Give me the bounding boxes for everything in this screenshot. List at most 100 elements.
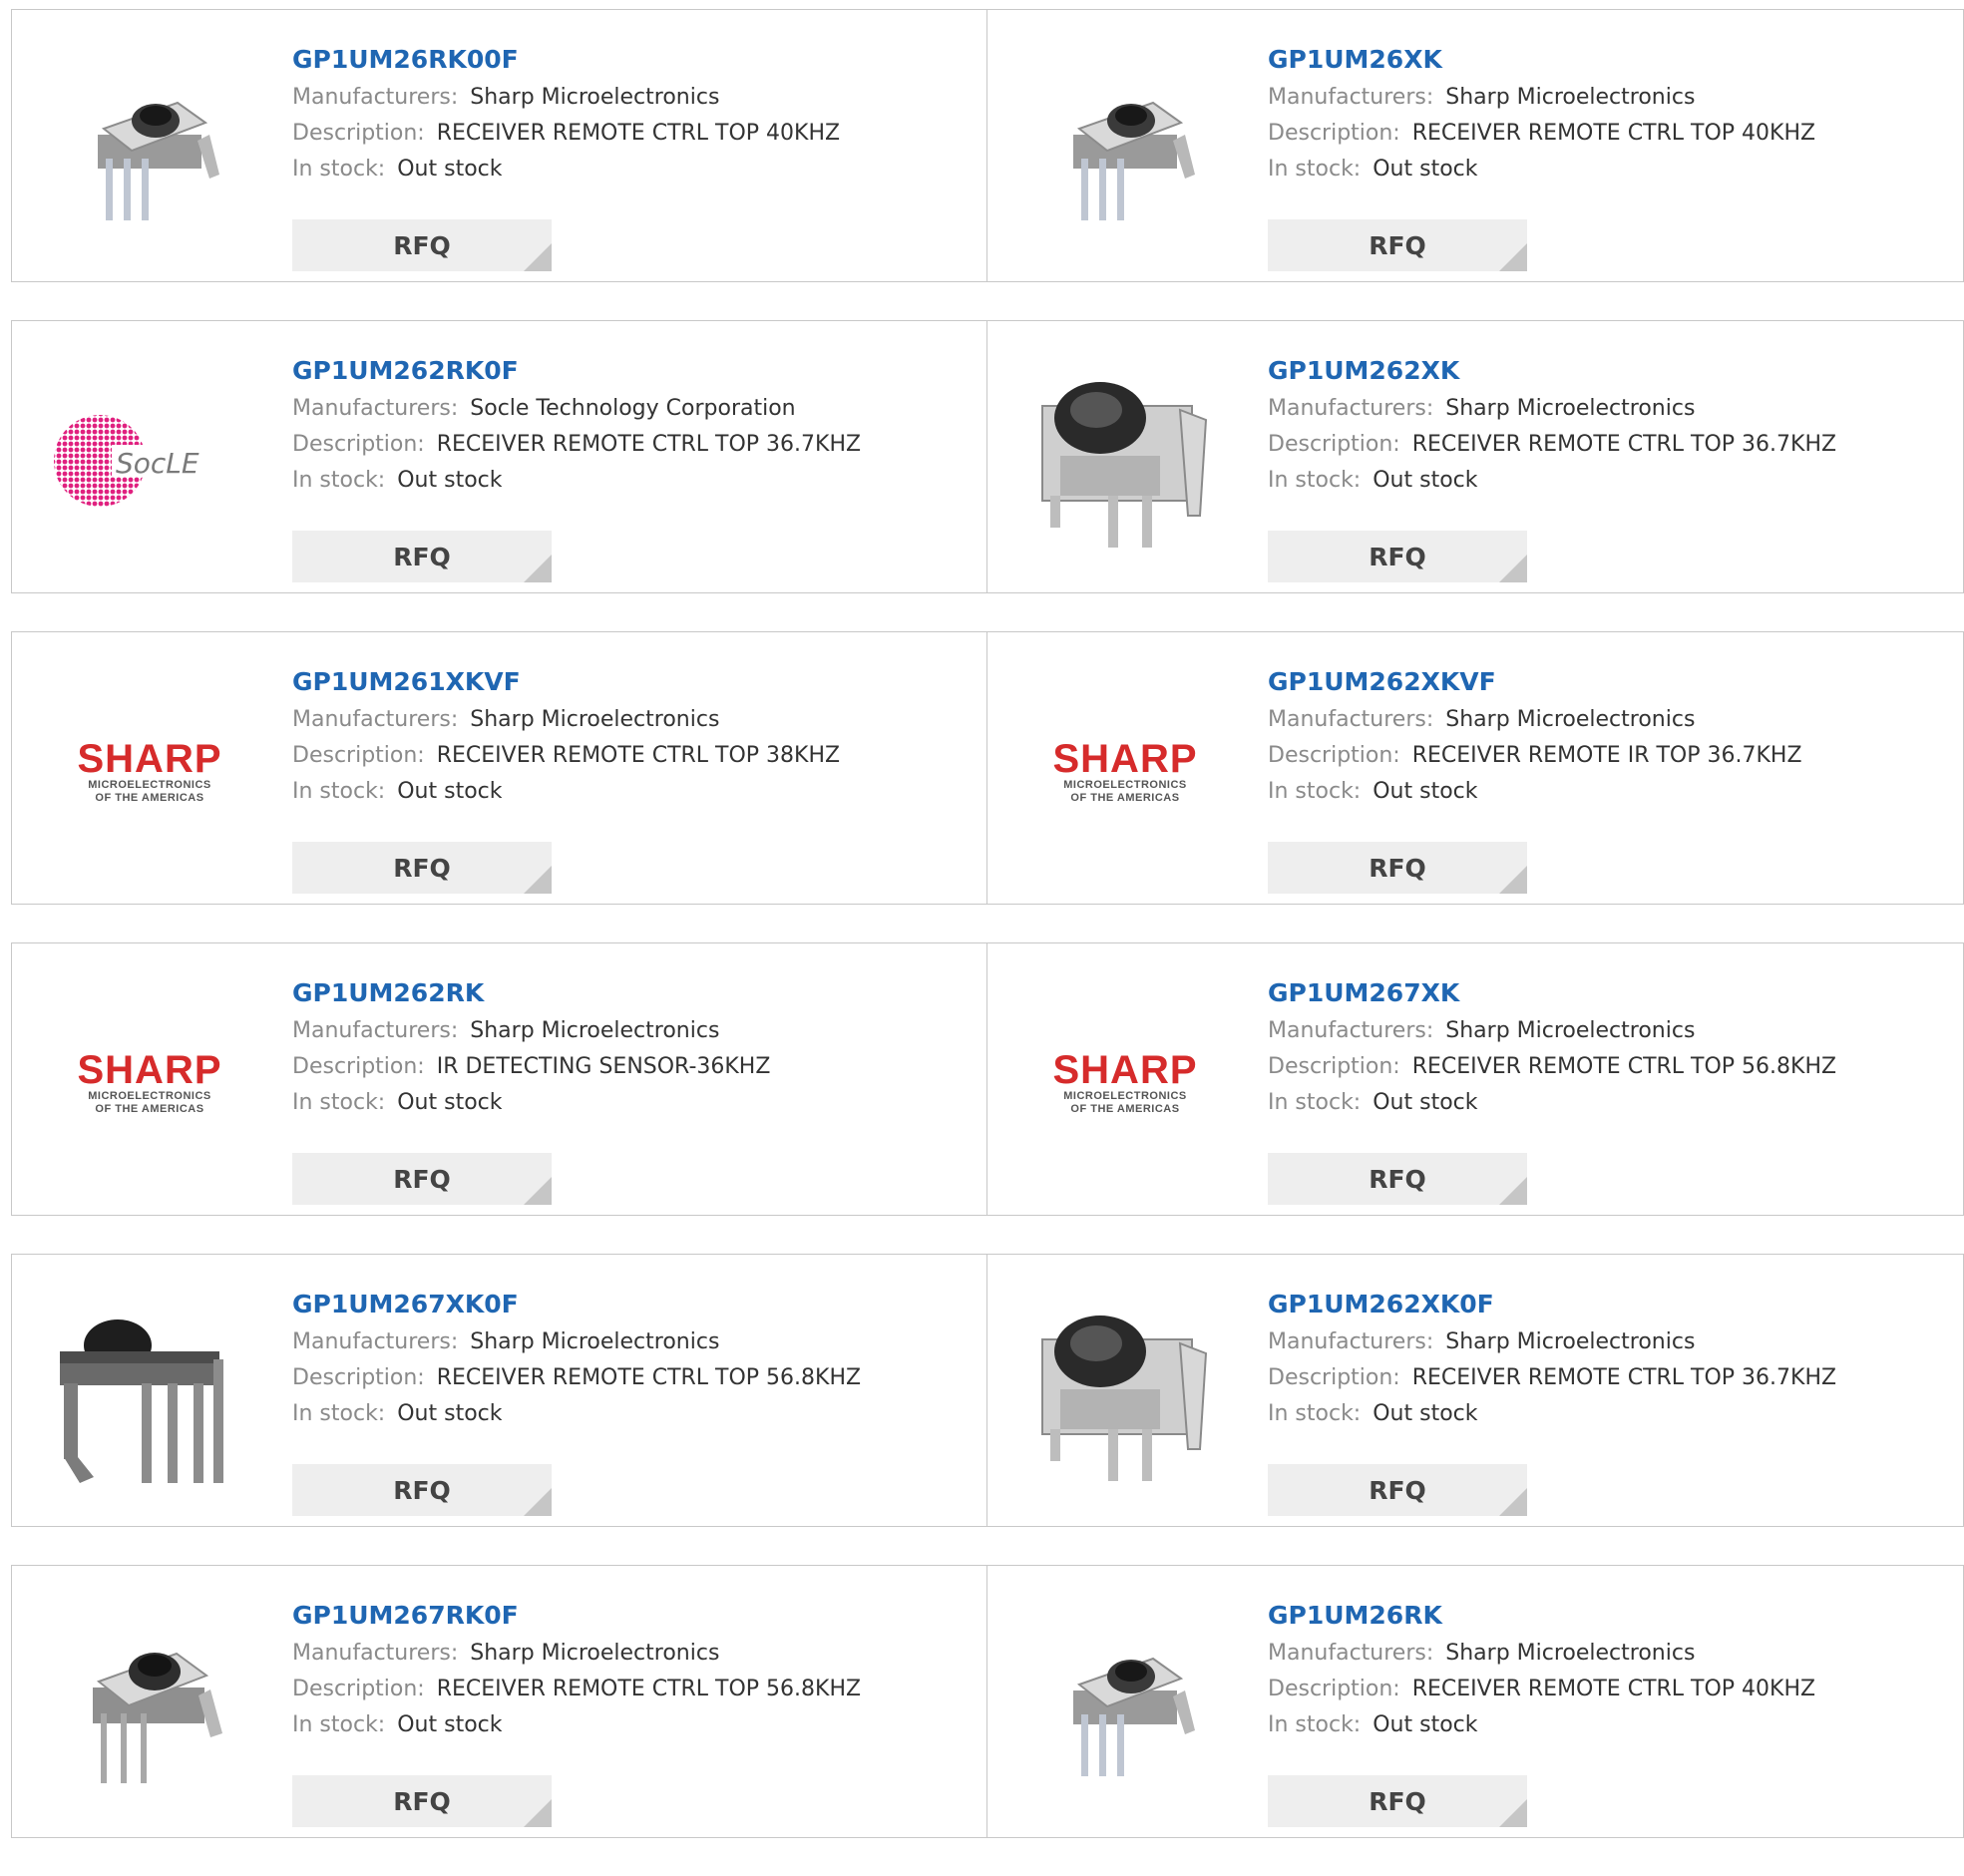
product-image[interactable] bbox=[50, 1606, 249, 1805]
product-card: GP1UM267RK0F Manufacturers: Sharp Microel… bbox=[11, 1565, 987, 1838]
manufacturer-label: Manufacturers: bbox=[292, 1329, 459, 1354]
rfq-button[interactable]: RFQ bbox=[292, 1464, 552, 1516]
product-image[interactable]: SocLE bbox=[50, 361, 249, 561]
corner-decoration bbox=[524, 1177, 552, 1205]
description-value: RECEIVER REMOTE CTRL TOP 40KHZ bbox=[1411, 121, 1816, 146]
description-line: Description: RECEIVER REMOTE CTRL TOP 40K… bbox=[1268, 116, 1946, 152]
manufacturer-label: Manufacturers: bbox=[1268, 1329, 1434, 1354]
part-number-link[interactable]: GP1UM262XK bbox=[1268, 351, 1946, 391]
part-number-link[interactable]: GP1UM26RK00F bbox=[292, 40, 971, 80]
manufacturer-label: Manufacturers: bbox=[1268, 1641, 1434, 1666]
part-number-link[interactable]: GP1UM262RK0F bbox=[292, 351, 971, 391]
product-image[interactable]: SHARP MICROELECTRONICS OF THE AMERICAS bbox=[1025, 672, 1225, 872]
manufacturer-value: Sharp Microelectronics bbox=[470, 1641, 720, 1666]
ir-receiver-small-icon bbox=[1073, 101, 1195, 220]
manufacturer-line: Manufacturers: Sharp Microelectronics bbox=[292, 1324, 971, 1360]
rfq-label: RFQ bbox=[1369, 1786, 1426, 1816]
svg-text:SocLE: SocLE bbox=[116, 447, 199, 480]
manufacturer-line: Manufacturers: Socle Technology Corporati… bbox=[292, 391, 971, 427]
manufacturer-line: Manufacturers: Sharp Microelectronics bbox=[1268, 80, 1946, 116]
corner-decoration bbox=[524, 1799, 552, 1827]
rfq-button[interactable]: RFQ bbox=[292, 842, 552, 894]
product-card: SocLE GP1UM262RK0F Manufacturers: Socle T… bbox=[11, 320, 987, 593]
part-number-link[interactable]: GP1UM261XKVF bbox=[292, 662, 971, 702]
part-number-link[interactable]: GP1UM267RK0F bbox=[292, 1596, 971, 1636]
manufacturer-value: Sharp Microelectronics bbox=[1445, 1329, 1696, 1354]
stock-line: In stock: Out stock bbox=[1268, 1707, 1946, 1743]
stock-line: In stock: Out stock bbox=[1268, 1085, 1946, 1121]
rfq-button[interactable]: RFQ bbox=[292, 531, 552, 582]
corner-decoration bbox=[524, 243, 552, 271]
product-image[interactable]: SHARP MICROELECTRONICS OF THE AMERICAS bbox=[50, 983, 249, 1183]
sharp-logo-word: SHARP bbox=[1052, 737, 1198, 781]
product-info: GP1UM26RK Manufacturers: Sharp Microelect… bbox=[1268, 1596, 1946, 1827]
sharp-logo: SHARP MICROELECTRONICS OF THE AMERICAS bbox=[1025, 1050, 1225, 1116]
stock-line: In stock: Out stock bbox=[1268, 1396, 1946, 1432]
part-number-link[interactable]: GP1UM262XKVF bbox=[1268, 662, 1946, 702]
manufacturer-value: Sharp Microelectronics bbox=[1445, 396, 1696, 421]
product-image[interactable]: SHARP MICROELECTRONICS OF THE AMERICAS bbox=[50, 672, 249, 872]
sharp-logo: SHARP MICROELECTRONICS OF THE AMERICAS bbox=[50, 1050, 249, 1116]
rfq-button[interactable]: RFQ bbox=[1268, 1775, 1527, 1827]
stock-line: In stock: Out stock bbox=[292, 152, 971, 188]
product-card: SHARP MICROELECTRONICS OF THE AMERICAS G… bbox=[11, 631, 987, 905]
product-image[interactable] bbox=[50, 1295, 249, 1494]
rfq-label: RFQ bbox=[393, 230, 451, 260]
product-row: GP1UM267RK0F Manufacturers: Sharp Microel… bbox=[11, 1565, 1964, 1838]
product-image[interactable]: SHARP MICROELECTRONICS OF THE AMERICAS bbox=[1025, 983, 1225, 1183]
manufacturer-value: Sharp Microelectronics bbox=[470, 1329, 720, 1354]
description-label: Description: bbox=[1268, 1677, 1400, 1701]
rfq-button[interactable]: RFQ bbox=[292, 1775, 552, 1827]
description-label: Description: bbox=[1268, 432, 1400, 457]
stock-line: In stock: Out stock bbox=[1268, 152, 1946, 188]
product-card: SHARP MICROELECTRONICS OF THE AMERICAS G… bbox=[11, 942, 987, 1216]
product-image[interactable] bbox=[1025, 1606, 1225, 1805]
manufacturer-value: Sharp Microelectronics bbox=[1445, 85, 1696, 110]
part-number-link[interactable]: GP1UM262XK0F bbox=[1268, 1285, 1946, 1324]
product-row: SHARP MICROELECTRONICS OF THE AMERICAS G… bbox=[11, 631, 1964, 905]
product-info: GP1UM261XKVF Manufacturers: Sharp Microel… bbox=[292, 662, 971, 894]
manufacturer-label: Manufacturers: bbox=[292, 396, 459, 421]
rfq-button[interactable]: RFQ bbox=[1268, 531, 1527, 582]
stock-label: In stock: bbox=[292, 157, 386, 182]
rfq-label: RFQ bbox=[393, 853, 451, 883]
rfq-button[interactable]: RFQ bbox=[1268, 1153, 1527, 1205]
manufacturer-label: Manufacturers: bbox=[292, 1641, 459, 1666]
stock-value: Out stock bbox=[1373, 1401, 1478, 1426]
ir-receiver-large-icon bbox=[1041, 382, 1208, 548]
stock-label: In stock: bbox=[1268, 157, 1362, 182]
product-info: GP1UM26RK00F Manufacturers: Sharp Microel… bbox=[292, 40, 971, 271]
product-image[interactable] bbox=[50, 50, 249, 249]
part-number-link[interactable]: GP1UM26XK bbox=[1268, 40, 1946, 80]
rfq-button[interactable]: RFQ bbox=[292, 219, 552, 271]
product-image[interactable] bbox=[1025, 50, 1225, 249]
description-line: Description: RECEIVER REMOTE CTRL TOP 56.… bbox=[292, 1672, 971, 1707]
product-info: GP1UM262RK Manufacturers: Sharp Microelec… bbox=[292, 973, 971, 1205]
rfq-button[interactable]: RFQ bbox=[1268, 1464, 1527, 1516]
product-image[interactable] bbox=[1025, 361, 1225, 561]
manufacturer-line: Manufacturers: Sharp Microelectronics bbox=[1268, 391, 1946, 427]
part-number-link[interactable]: GP1UM267XK bbox=[1268, 973, 1946, 1013]
rfq-button[interactable]: RFQ bbox=[1268, 219, 1527, 271]
stock-label: In stock: bbox=[1268, 1712, 1362, 1737]
stock-value: Out stock bbox=[1373, 1712, 1478, 1737]
stock-line: In stock: Out stock bbox=[292, 463, 971, 499]
product-card: GP1UM26RK Manufacturers: Sharp Microelect… bbox=[987, 1565, 1964, 1838]
product-image[interactable] bbox=[1025, 1295, 1225, 1494]
description-label: Description: bbox=[292, 121, 425, 146]
stock-value: Out stock bbox=[397, 157, 503, 182]
rfq-label: RFQ bbox=[393, 1786, 451, 1816]
part-number-link[interactable]: GP1UM26RK bbox=[1268, 1596, 1946, 1636]
stock-value: Out stock bbox=[1373, 468, 1478, 493]
rfq-button[interactable]: RFQ bbox=[1268, 842, 1527, 894]
description-line: Description: RECEIVER REMOTE CTRL TOP 36.… bbox=[1268, 1360, 1946, 1396]
ir-receiver-small-icon bbox=[98, 101, 219, 220]
corner-decoration bbox=[524, 866, 552, 894]
rfq-button[interactable]: RFQ bbox=[292, 1153, 552, 1205]
stock-line: In stock: Out stock bbox=[292, 1707, 971, 1743]
part-number-link[interactable]: GP1UM267XK0F bbox=[292, 1285, 971, 1324]
product-card: GP1UM262XK Manufacturers: Sharp Microelec… bbox=[987, 320, 1964, 593]
description-line: Description: RECEIVER REMOTE CTRL TOP 56.… bbox=[1268, 1049, 1946, 1085]
part-number-link[interactable]: GP1UM262RK bbox=[292, 973, 971, 1013]
stock-value: Out stock bbox=[1373, 779, 1478, 804]
